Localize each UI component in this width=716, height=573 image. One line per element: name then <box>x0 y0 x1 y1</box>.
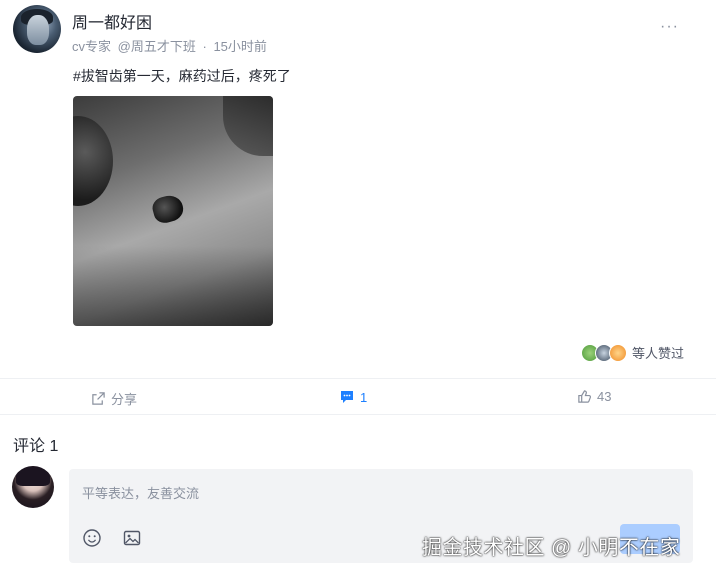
more-icon[interactable]: ··· <box>660 18 679 36</box>
share-button[interactable]: 分享 <box>91 389 137 408</box>
post-time: 15小时前 <box>213 39 267 54</box>
author-name[interactable]: 周一都好困 <box>72 9 152 33</box>
photo-edge-shape <box>223 96 273 156</box>
share-label: 分享 <box>111 392 138 407</box>
like-button[interactable]: 43 <box>577 389 611 404</box>
avatar-face <box>27 15 49 45</box>
author-company: @周五才下班 <box>117 39 196 54</box>
photo-cup-shape <box>73 116 113 206</box>
share-icon <box>92 392 105 405</box>
likers-row[interactable]: 等人赞过 <box>581 343 684 362</box>
author-title-tag: cv专家 <box>72 39 112 54</box>
thumbs-up-icon <box>578 390 591 403</box>
likers-text: 等人赞过 <box>632 346 685 361</box>
watermark: 掘金技术社区 @ 小明不在家 <box>422 537 681 559</box>
photo-shade <box>73 246 273 326</box>
comments-title: 评论 1 <box>13 438 59 455</box>
post-text: #拔智齿第一天，麻药过后，疼死了 <box>73 68 291 84</box>
post-image[interactable] <box>73 96 273 326</box>
post-card: 周一都好困 cv专家 @周五才下班 · 15小时前 ··· #拔智齿第一天，麻药… <box>0 0 716 378</box>
author-avatar[interactable] <box>13 5 61 53</box>
like-count: 43 <box>597 389 612 404</box>
image-icon[interactable] <box>122 528 142 548</box>
current-user-avatar <box>12 466 54 508</box>
comment-count: 1 <box>360 389 368 405</box>
emoji-icon[interactable] <box>82 528 102 548</box>
photo-tooth-shape <box>150 192 186 226</box>
comment-input[interactable]: 平等表达，友善交流 <box>82 483 199 502</box>
action-bar: 分享 1 43 <box>0 378 716 415</box>
meta-separator: · <box>202 39 207 54</box>
liker-avatar <box>609 343 627 362</box>
author-meta: cv专家 @周五才下班 · 15小时前 <box>72 36 270 55</box>
comment-icon <box>341 391 353 403</box>
avatar-hair <box>16 466 50 486</box>
comment-button[interactable]: 1 <box>339 389 367 405</box>
